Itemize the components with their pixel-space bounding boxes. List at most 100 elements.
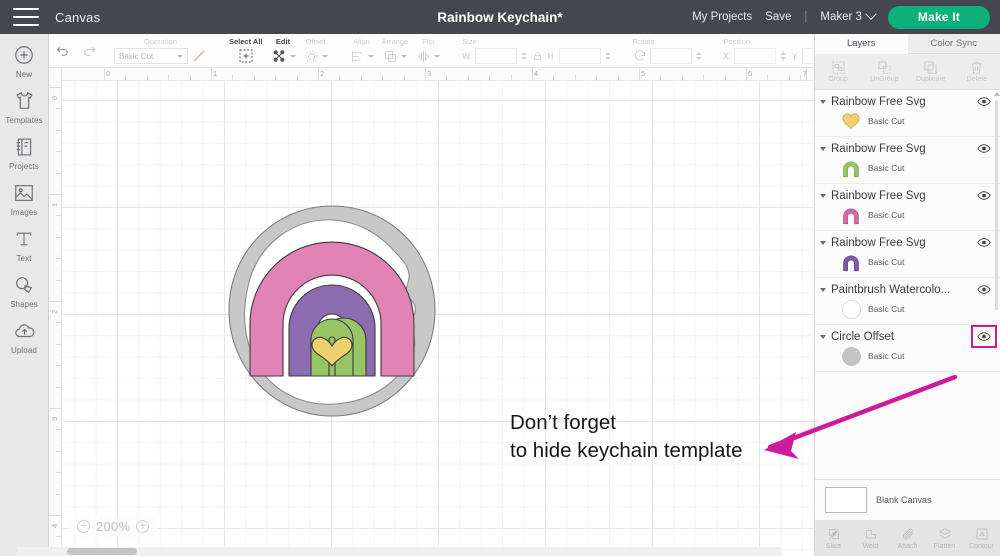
layers-list[interactable]: Rainbow Free Svg Basic Cut Rainbow Free … bbox=[815, 90, 1000, 479]
arrange-button[interactable]: Arrange bbox=[378, 34, 413, 65]
machine-selector[interactable]: Maker 3 bbox=[820, 8, 877, 23]
contour-button[interactable]: Contour bbox=[963, 520, 1000, 556]
paperclip-icon bbox=[902, 527, 913, 540]
rotate-stepper[interactable] bbox=[695, 52, 702, 60]
align-label: Align bbox=[353, 37, 370, 46]
layer-thumbnail-heart bbox=[841, 111, 861, 131]
sidebar-item-templates[interactable]: Templates bbox=[0, 88, 49, 125]
sidebar-item-projects[interactable]: Projects bbox=[0, 134, 49, 171]
hamburger-menu-icon[interactable] bbox=[13, 8, 39, 26]
layer-row[interactable]: Rainbow Free Svg Basic Cut bbox=[815, 184, 1000, 231]
operation-select[interactable]: Basic Cut bbox=[114, 48, 188, 64]
expand-collapse-icon[interactable] bbox=[820, 240, 826, 245]
panel-scrollbar[interactable] bbox=[994, 92, 1000, 477]
duplicate-label: Duplicate bbox=[916, 76, 946, 83]
top-bar-right-group: My Projects Save | Maker 3 Make It bbox=[692, 5, 1000, 29]
layer-row[interactable]: Rainbow Free Svg Basic Cut bbox=[815, 231, 1000, 278]
duplicate-icon bbox=[924, 61, 937, 74]
layer-visibility-icon[interactable] bbox=[976, 189, 992, 202]
design-canvas[interactable]: 0 1 2 3 4 5 6 7 0 1 2 3 4 Don’t forget t… bbox=[49, 68, 814, 556]
horizontal-scrollbar[interactable] bbox=[17, 547, 782, 556]
weld-label: Weld bbox=[862, 542, 879, 550]
ruler-v-tick-3: 3 bbox=[50, 416, 59, 421]
canvas-color-swatch[interactable] bbox=[825, 487, 867, 513]
width-stepper[interactable] bbox=[520, 52, 527, 60]
sidebar-item-text[interactable]: Text bbox=[0, 226, 49, 263]
layer-visibility-icon[interactable] bbox=[976, 236, 992, 249]
layer-row[interactable]: Rainbow Free Svg Basic Cut bbox=[815, 137, 1000, 184]
weld-button[interactable]: Weld bbox=[852, 520, 889, 556]
chevron-down-icon[interactable] bbox=[367, 54, 374, 58]
chevron-down-icon[interactable] bbox=[434, 54, 441, 58]
attach-button[interactable]: Attach bbox=[889, 520, 926, 556]
expand-collapse-icon[interactable] bbox=[820, 99, 826, 104]
chevron-down-icon[interactable] bbox=[321, 54, 328, 58]
duplicate-button[interactable]: Duplicate bbox=[908, 54, 954, 89]
slice-button[interactable]: Slice bbox=[815, 520, 852, 556]
delete-button[interactable]: Delete bbox=[954, 54, 1000, 89]
sidebar-item-new[interactable]: New bbox=[0, 42, 49, 79]
group-button[interactable]: Group bbox=[815, 54, 861, 89]
undo-icon bbox=[54, 44, 71, 59]
chevron-down-icon[interactable] bbox=[289, 54, 296, 58]
horizontal-ruler: 0 1 2 3 4 5 6 7 bbox=[49, 68, 814, 81]
notebook-icon bbox=[11, 134, 37, 160]
flatten-button[interactable]: Flatten bbox=[926, 520, 963, 556]
panel-scrollbar-thumb[interactable] bbox=[995, 100, 998, 310]
scroll-up-icon[interactable] bbox=[994, 92, 1000, 96]
lock-ratio-icon[interactable] bbox=[532, 50, 543, 62]
layer-visibility-icon[interactable] bbox=[976, 95, 992, 108]
ungroup-button[interactable]: UnGroup bbox=[861, 54, 907, 89]
undo-button[interactable] bbox=[49, 34, 76, 68]
panel-tools: Slice Weld Attach Flatten Contour bbox=[815, 520, 1000, 556]
operation-control[interactable]: Operation Basic Cut bbox=[110, 34, 211, 65]
layer-visibility-icon[interactable] bbox=[976, 142, 992, 155]
layer-row[interactable]: Rainbow Free Svg Basic Cut bbox=[815, 90, 1000, 137]
expand-collapse-icon[interactable] bbox=[820, 193, 826, 198]
layer-visibility-icon[interactable] bbox=[976, 283, 992, 296]
align-icon bbox=[350, 49, 365, 64]
tab-layers[interactable]: Layers bbox=[815, 34, 908, 54]
sidebar-label-upload: Upload bbox=[11, 346, 37, 355]
layer-row[interactable]: Paintbrush Watercolo... Basic Cut bbox=[815, 278, 1000, 325]
expand-collapse-icon[interactable] bbox=[820, 287, 826, 292]
redo-button[interactable] bbox=[76, 34, 103, 68]
height-stepper[interactable] bbox=[604, 52, 611, 60]
zoom-out-button[interactable]: − bbox=[77, 520, 90, 533]
height-input[interactable] bbox=[558, 48, 601, 64]
sidebar-item-upload[interactable]: Upload bbox=[0, 318, 49, 355]
rainbow-keychain-artwork[interactable] bbox=[217, 198, 447, 428]
blank-canvas-row[interactable]: Blank Canvas bbox=[815, 480, 1000, 520]
operation-label: Operation bbox=[144, 37, 177, 46]
zoom-in-button[interactable]: + bbox=[136, 520, 150, 533]
line-color-icon[interactable] bbox=[191, 48, 207, 64]
edit-button[interactable]: Edit bbox=[267, 34, 300, 65]
expand-collapse-icon[interactable] bbox=[820, 334, 826, 339]
make-it-button[interactable]: Make It bbox=[887, 5, 990, 29]
width-input[interactable] bbox=[474, 48, 517, 64]
layer-row[interactable]: Circle Offset Basic Cut bbox=[815, 325, 1000, 372]
redo-icon bbox=[81, 44, 98, 59]
horizontal-scrollbar-thumb[interactable] bbox=[67, 548, 137, 555]
arrange-icon bbox=[383, 49, 398, 64]
save-button[interactable]: Save bbox=[765, 11, 791, 23]
edit-label: Edit bbox=[275, 37, 291, 46]
position-x-stepper[interactable] bbox=[779, 52, 786, 60]
my-projects-link[interactable]: My Projects bbox=[692, 11, 752, 23]
align-button[interactable]: Align bbox=[346, 34, 378, 65]
layer-visibility-icon[interactable] bbox=[971, 325, 997, 348]
position-x-input[interactable] bbox=[733, 48, 776, 64]
tab-color-sync[interactable]: Color Sync bbox=[908, 34, 1000, 53]
rotate-input[interactable] bbox=[649, 48, 692, 64]
operation-value: Basic Cut bbox=[119, 51, 154, 61]
sidebar-item-images[interactable]: Images bbox=[0, 180, 49, 217]
tshirt-icon bbox=[11, 88, 37, 114]
chevron-down-icon[interactable] bbox=[400, 54, 407, 58]
select-all-button[interactable]: Select All bbox=[225, 34, 267, 65]
sidebar-item-shapes[interactable]: Shapes bbox=[0, 272, 49, 309]
top-bar-divider: | bbox=[804, 11, 808, 23]
expand-collapse-icon[interactable] bbox=[820, 146, 826, 151]
flip-button[interactable]: Flip bbox=[412, 34, 444, 65]
canvas-label: Canvas bbox=[55, 9, 101, 25]
offset-button[interactable]: Offset bbox=[300, 34, 332, 65]
